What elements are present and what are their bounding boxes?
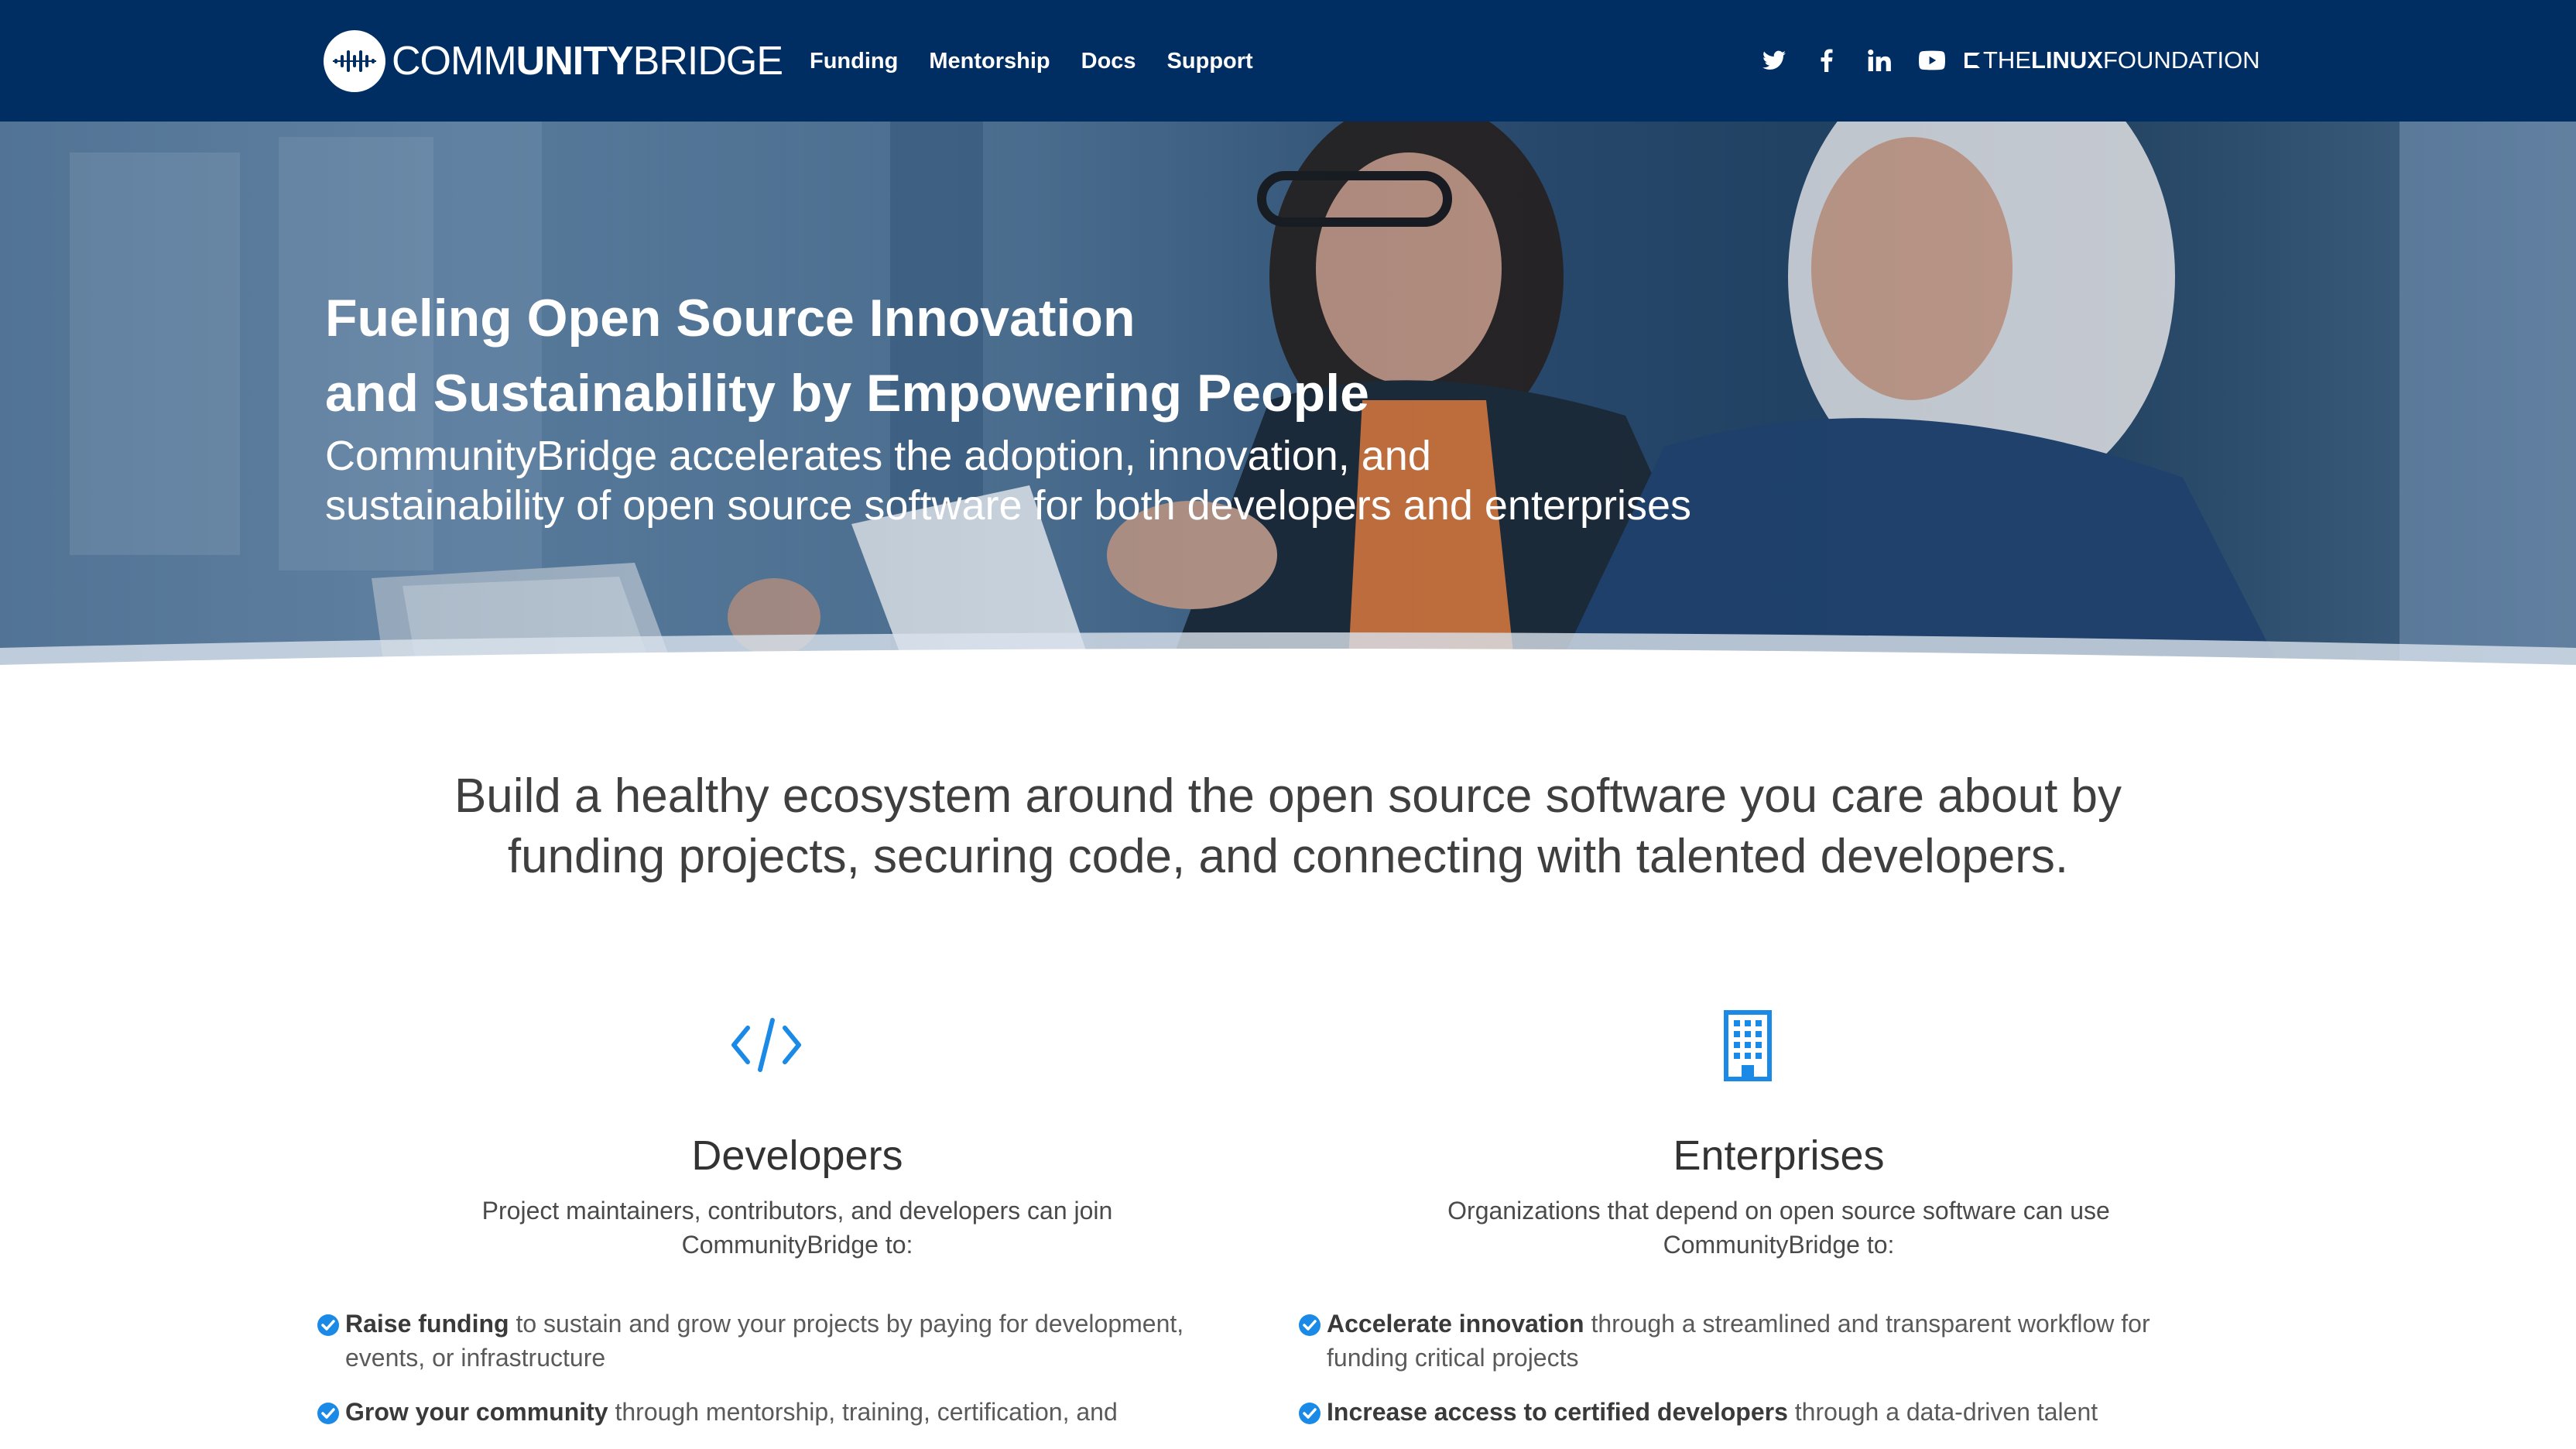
list-item: Raise funding to sustain and grow your p… (317, 1307, 1246, 1375)
list-item: Grow your community through mentorship, … (317, 1395, 1246, 1429)
logo-wordmark: COMMUNITYBRIDGE (392, 39, 783, 84)
nav-link-docs[interactable]: Docs (1081, 43, 1136, 79)
nav-link-mentorship[interactable]: Mentorship (929, 43, 1050, 79)
linkedin-icon[interactable] (1864, 45, 1895, 76)
enterprises-description: Organizations that depend on open source… (1447, 1197, 2110, 1259)
hero-banner: Fueling Open Source Innovation and Susta… (0, 122, 2576, 689)
developers-benefits-list: Raise funding to sustain and grow your p… (317, 1307, 1246, 1449)
nav-link-funding[interactable]: Funding (810, 43, 898, 79)
enterprises-title: Enterprises (1673, 1132, 1885, 1179)
developers-title: Developers (691, 1132, 903, 1179)
developers-description: Project maintainers, contributors, and d… (481, 1197, 1113, 1259)
main-menu: Funding Mentorship Docs Support (810, 43, 1253, 79)
social-links (1759, 45, 1947, 76)
linux-foundation-logo[interactable]: THE LINUX FOUNDATION (1965, 45, 2260, 76)
top-navbar: COMMUNITYBRIDGE Funding Mentorship Docs … (0, 0, 2576, 122)
intro-statement: Build a healthy ecosystem around the ope… (454, 769, 2122, 883)
communitybridge-logo[interactable]: COMMUNITYBRIDGE (324, 30, 783, 92)
enterprises-benefits-list: Accelerate innovation through a streamli… (1299, 1307, 2228, 1449)
facebook-icon[interactable] (1811, 45, 1842, 76)
list-item: Accelerate innovation through a streamli… (1299, 1307, 2228, 1375)
youtube-icon[interactable] (1917, 45, 1947, 76)
code-icon (728, 1006, 805, 1084)
hero-title: Fueling Open Source Innovation and Susta… (325, 289, 1369, 423)
check-circle-icon (317, 1403, 339, 1424)
list-item: Increase access to certified developers … (1299, 1395, 2228, 1429)
twitter-icon[interactable] (1759, 45, 1790, 76)
hero-curve-divider (0, 632, 2576, 689)
logo-mark-icon (324, 30, 385, 92)
nav-link-support[interactable]: Support (1167, 43, 1253, 79)
check-circle-icon (1299, 1314, 1321, 1336)
check-circle-icon (1299, 1403, 1321, 1424)
check-circle-icon (317, 1314, 339, 1336)
building-icon (1709, 1006, 1786, 1084)
lf-mark-icon (1965, 53, 1980, 68)
hero-subtitle: CommunityBridge accelerates the adoption… (325, 433, 1692, 529)
